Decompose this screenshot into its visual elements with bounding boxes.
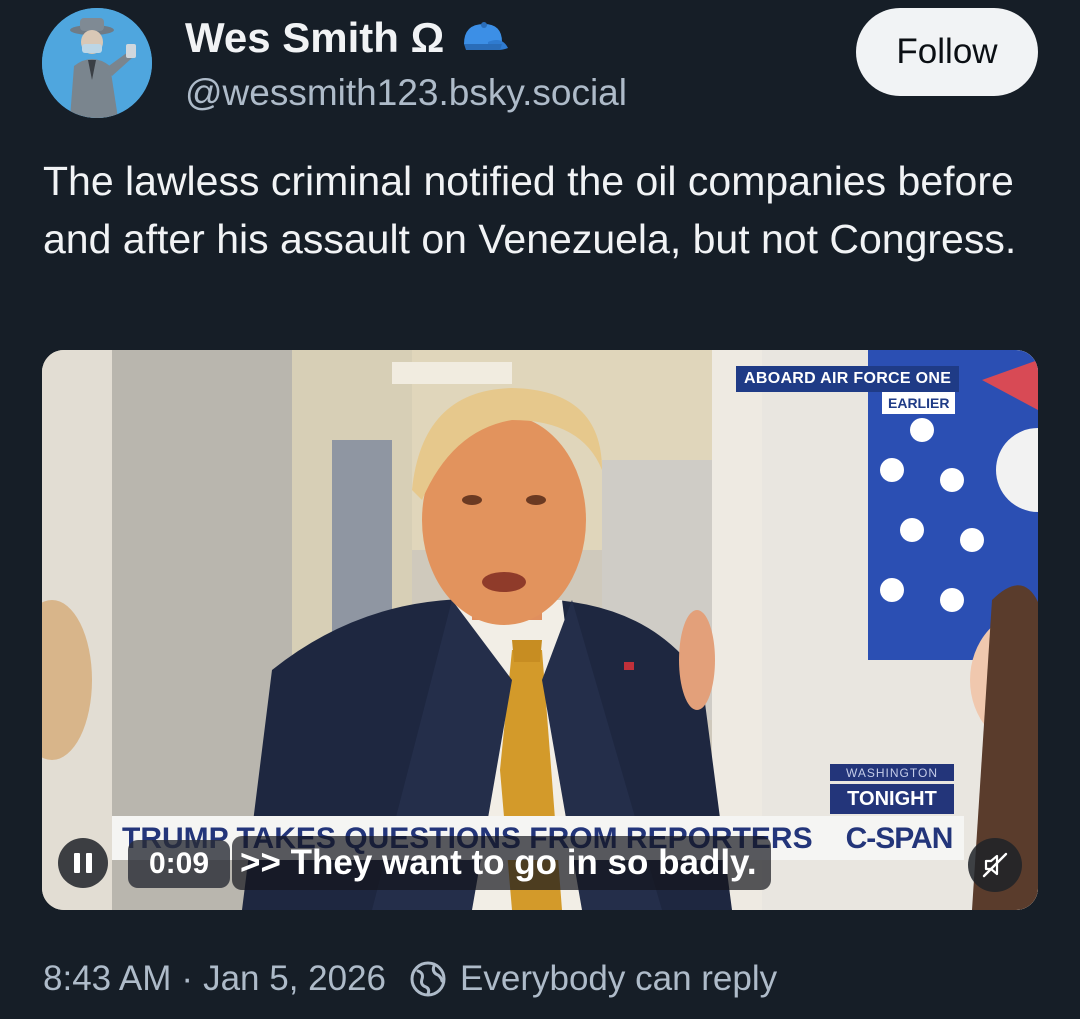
tonight-label: TONIGHT	[830, 784, 954, 814]
detective-avatar-icon	[42, 8, 152, 118]
earlier-label: EARLIER	[882, 392, 956, 414]
author-avatar[interactable]	[42, 8, 152, 118]
blue-cap-icon	[464, 22, 509, 50]
author-handle[interactable]: @wessmith123.bsky.social	[185, 72, 627, 114]
video-player[interactable]: ABOARD AIR FORCE ONE EARLIER WASHINGTON …	[42, 350, 1038, 910]
aboard-air-force-one-label: ABOARD AIR FORCE ONE	[736, 366, 960, 392]
follow-button[interactable]: Follow	[856, 8, 1038, 96]
muted-speaker-icon	[982, 852, 1008, 878]
post-meta: 8:43 AM · Jan 5, 2026 Everybody can repl…	[43, 952, 777, 1006]
author-display-name[interactable]: Wes Smith Ω	[185, 14, 510, 62]
reply-setting[interactable]: Everybody can reply	[460, 959, 777, 999]
video-timestamp: 0:09	[128, 840, 230, 888]
meta-separator: ·	[181, 959, 194, 998]
author-name-text: Wes Smith Ω	[185, 14, 445, 61]
post-time[interactable]: 8:43 AM	[43, 959, 171, 999]
globe-icon	[410, 961, 446, 997]
video-caption: >> They want to go in so badly.	[232, 836, 771, 890]
cspan-logo: C-SPAN	[834, 816, 964, 860]
pause-icon	[71, 853, 95, 873]
post-date[interactable]: Jan 5, 2026	[203, 959, 386, 999]
pause-button[interactable]	[58, 838, 108, 888]
washington-label: WASHINGTON	[830, 764, 954, 781]
post-card: Wes Smith Ω @wessmith123.bsky.social Fol…	[0, 0, 1080, 1019]
mute-button[interactable]	[968, 838, 1022, 892]
post-text: The lawless criminal notified the oil co…	[43, 158, 1017, 262]
